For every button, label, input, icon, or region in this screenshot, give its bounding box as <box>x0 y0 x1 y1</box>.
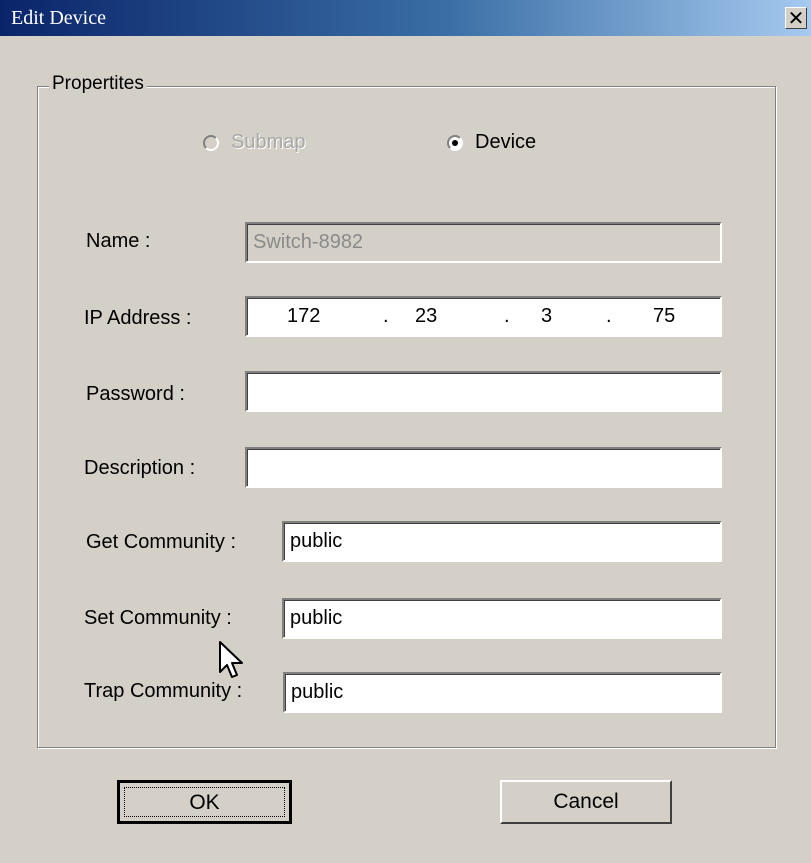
title-bar: Edit Device ✕ <box>0 0 811 36</box>
get-community-label: Get Community : <box>86 531 237 553</box>
arrow-cursor-icon <box>219 641 243 678</box>
group-label: Propertites <box>49 73 147 95</box>
description-field[interactable] <box>245 447 722 488</box>
radio-submap-circle <box>203 134 219 151</box>
trap-community-field[interactable]: public <box>283 672 722 713</box>
trap-community-label: Trap Community : <box>84 680 243 702</box>
get-community-field[interactable]: public <box>282 521 722 562</box>
radio-device-circle <box>447 134 463 151</box>
radio-submap-label: Submap <box>231 131 306 153</box>
ok-button-label: OK <box>124 787 285 817</box>
properties-groupbox <box>37 86 776 748</box>
window-title: Edit Device <box>11 7 106 29</box>
ip-address-label: IP Address : <box>84 307 192 329</box>
name-field: Switch-8982 <box>245 222 722 263</box>
ip-separator-1: . <box>383 305 389 327</box>
ip-separator-2: . <box>504 305 510 327</box>
name-label: Name : <box>86 230 151 252</box>
set-community-label: Set Community : <box>84 607 232 629</box>
close-icon: ✕ <box>787 6 805 30</box>
cancel-button[interactable]: Cancel <box>500 780 672 824</box>
ip-octet-1[interactable]: 172 <box>287 298 320 335</box>
ip-address-field[interactable]: 172 . 23 . 3 . 75 <box>245 296 722 337</box>
password-label: Password : <box>86 383 185 405</box>
ip-separator-3: . <box>606 305 612 327</box>
ip-octet-3[interactable]: 3 <box>541 298 552 335</box>
ip-octet-4[interactable]: 75 <box>653 298 675 335</box>
password-field[interactable] <box>245 371 722 412</box>
set-community-field[interactable]: public <box>282 598 722 639</box>
radio-device[interactable]: Device <box>447 131 536 154</box>
ip-octet-2[interactable]: 23 <box>415 298 437 335</box>
ok-button[interactable]: OK <box>117 780 292 824</box>
radio-device-label: Device <box>475 131 537 153</box>
description-label: Description : <box>84 457 196 479</box>
radio-submap[interactable]: Submap <box>203 131 306 154</box>
close-button[interactable]: ✕ <box>785 6 807 30</box>
